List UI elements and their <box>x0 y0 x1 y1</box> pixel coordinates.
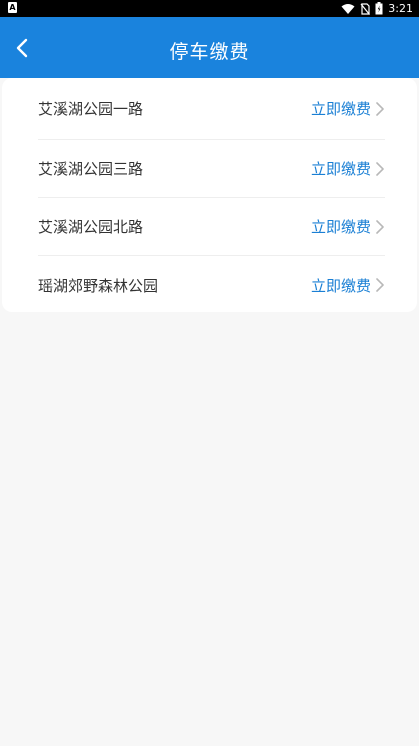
status-icons: 3:21 <box>341 1 413 16</box>
no-sim-icon <box>360 2 371 15</box>
parking-location-name: 瑶湖郊野森林公园 <box>38 276 159 295</box>
app-bar: 停车缴费 <box>0 17 419 78</box>
pay-now-button[interactable]: 立即缴费 <box>311 158 385 179</box>
parking-list-card: 艾溪湖公园一路 立即缴费 艾溪湖公园三路 立即缴费 艾溪湖公园北路 立即缴费 瑶… <box>2 78 417 312</box>
battery-icon <box>375 2 383 15</box>
clock: 3:21 <box>388 2 413 15</box>
notification-app-icon: A <box>8 2 17 13</box>
parking-list-item[interactable]: 艾溪湖公园三路 立即缴费 <box>38 140 385 198</box>
pay-now-button[interactable]: 立即缴费 <box>311 216 385 237</box>
pay-now-button[interactable]: 立即缴费 <box>311 275 385 296</box>
chevron-right-icon <box>375 161 385 177</box>
parking-location-name: 艾溪湖公园北路 <box>38 218 144 236</box>
chevron-right-icon <box>375 277 385 293</box>
pay-now-label: 立即缴费 <box>310 100 371 118</box>
parking-location-name: 艾溪湖公园三路 <box>38 160 144 178</box>
page-title: 停车缴费 <box>169 41 250 63</box>
parking-list-item[interactable]: 艾溪湖公园一路 立即缴费 <box>38 78 385 140</box>
pay-now-label: 立即缴费 <box>310 160 371 178</box>
parking-location-name: 艾溪湖公园一路 <box>38 100 144 118</box>
parking-list-item[interactable]: 瑶湖郊野森林公园 立即缴费 <box>38 256 385 314</box>
parking-list-item[interactable]: 艾溪湖公园北路 立即缴费 <box>38 198 385 256</box>
chevron-right-icon <box>375 219 385 235</box>
wifi-icon <box>341 3 355 15</box>
pay-now-button[interactable]: 立即缴费 <box>311 98 385 119</box>
chevron-right-icon <box>375 101 385 117</box>
pay-now-label: 立即缴费 <box>310 218 371 236</box>
status-bar: A 3:21 <box>0 0 419 17</box>
pay-now-label: 立即缴费 <box>310 276 371 295</box>
